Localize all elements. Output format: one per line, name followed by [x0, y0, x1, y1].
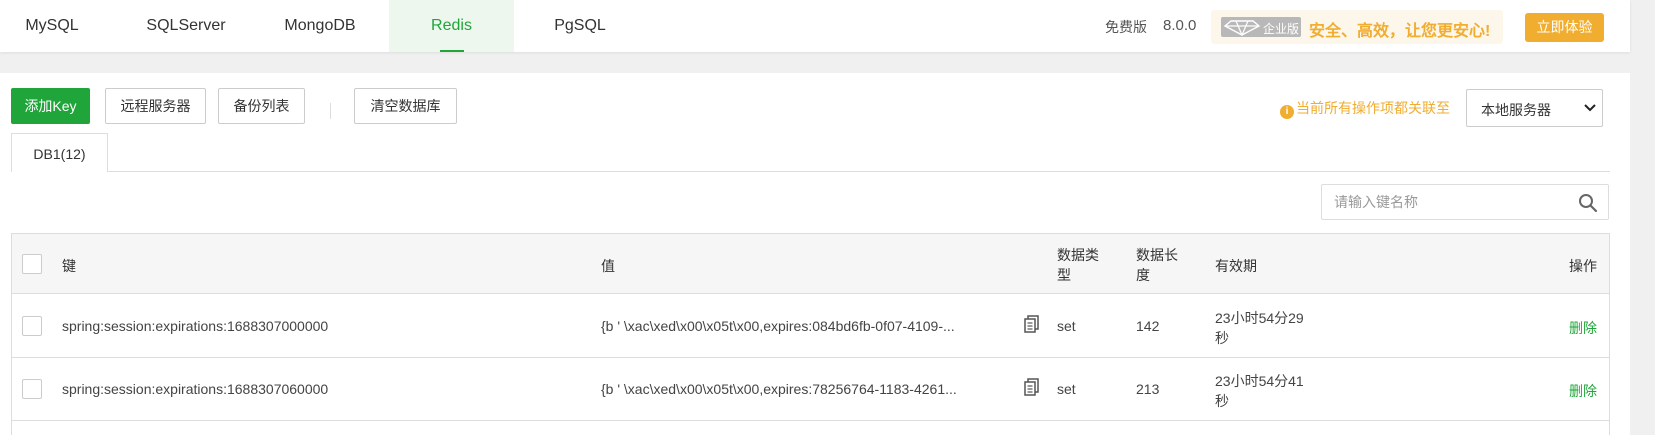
edition-label: 免费版	[1105, 19, 1147, 35]
row-ttl: 23小时54分41	[1215, 373, 1304, 389]
enterprise-promo[interactable]: 企业版 安全、高效，让您更安心!	[1211, 10, 1503, 44]
row-checkbox[interactable]	[22, 316, 42, 336]
header-length-cont: 度	[1136, 267, 1150, 283]
promo-slogan: 安全、高效，让您更安心!	[1309, 23, 1491, 40]
row-length: 213	[1136, 381, 1160, 397]
row-type: set	[1057, 318, 1076, 334]
search-icon[interactable]	[1578, 193, 1598, 213]
info-icon: i	[1280, 105, 1294, 119]
header-action: 操作	[1569, 258, 1597, 274]
header-key: 键	[62, 258, 76, 274]
tab-pgsql[interactable]: PgSQL	[530, 0, 630, 52]
toolbar-divider	[330, 103, 331, 119]
association-notice: i 当前所有操作项都关联至	[1280, 98, 1450, 119]
table-row: spring:session:expirations:1688307000000…	[12, 295, 1609, 358]
header-type: 数据类	[1057, 247, 1099, 263]
remote-server-button[interactable]: 远程服务器	[105, 88, 206, 124]
delete-link[interactable]: 删除	[1569, 318, 1597, 338]
row-value: {b ' \xac\xed\x00\x05t\x00,expires:78256…	[601, 381, 957, 397]
db-tabs-divider	[11, 171, 1610, 172]
clear-database-button[interactable]: 清空数据库	[354, 88, 457, 124]
tab-mysql[interactable]: MySQL	[0, 0, 104, 52]
header-value: 值	[601, 258, 615, 274]
select-all-checkbox[interactable]	[22, 254, 42, 274]
row-key: spring:session:expirations:1688307000000	[62, 318, 329, 334]
row-key: spring:session:expirations:1688307060000	[62, 381, 329, 397]
row-ttl-cont: 秒	[1215, 393, 1229, 409]
add-key-button[interactable]: 添加Key	[11, 88, 90, 124]
association-notice-text: 当前所有操作项都关联至	[1296, 100, 1450, 116]
tab-sqlserver[interactable]: SQLServer	[124, 0, 248, 52]
backup-list-button[interactable]: 备份列表	[218, 88, 305, 124]
row-type: set	[1057, 381, 1076, 397]
tab-redis[interactable]: Redis	[389, 0, 514, 52]
chevron-down-icon	[1584, 104, 1596, 112]
copy-icon[interactable]	[1024, 315, 1040, 333]
table-row: spring:session:expirations:1688307060000…	[12, 358, 1609, 421]
row-length: 142	[1136, 318, 1160, 334]
delete-link[interactable]: 删除	[1569, 381, 1597, 401]
header-ttl: 有效期	[1215, 258, 1257, 274]
server-select[interactable]: 本地服务器	[1466, 89, 1603, 127]
redis-panel: 添加Key 远程服务器 备份列表 清空数据库 i 当前所有操作项都关联至 本地服务…	[0, 73, 1630, 435]
row-checkbox[interactable]	[22, 379, 42, 399]
copy-icon[interactable]	[1024, 378, 1040, 396]
key-search	[1321, 184, 1609, 220]
diamond-icon	[1223, 20, 1261, 36]
try-now-button[interactable]: 立即体验	[1525, 13, 1604, 42]
row-ttl: 23小时54分29	[1215, 310, 1304, 326]
header-length: 数据长	[1136, 247, 1178, 263]
keys-table: 键 值 数据类 型 数据长 度 有效期 操作 spring:session:ex…	[11, 233, 1610, 435]
enterprise-badge: 企业版	[1221, 17, 1301, 37]
row-ttl-cont: 秒	[1215, 330, 1229, 346]
top-nav: MySQL SQLServer MongoDB Redis PgSQL 免费版 …	[0, 0, 1630, 52]
tab-db1[interactable]: DB1(12)	[11, 133, 108, 172]
row-value: {b ' \xac\xed\x00\x05t\x00,expires:084bd…	[601, 318, 955, 334]
server-select-value: 本地服务器	[1481, 102, 1551, 118]
tab-mongodb[interactable]: MongoDB	[262, 0, 378, 52]
version-label: 8.0.0	[1163, 17, 1197, 34]
table-header: 键 值 数据类 型 数据长 度 有效期 操作	[12, 234, 1609, 294]
search-input[interactable]	[1322, 185, 1572, 219]
header-type-cont: 型	[1057, 267, 1071, 283]
enterprise-badge-label: 企业版	[1263, 22, 1300, 36]
